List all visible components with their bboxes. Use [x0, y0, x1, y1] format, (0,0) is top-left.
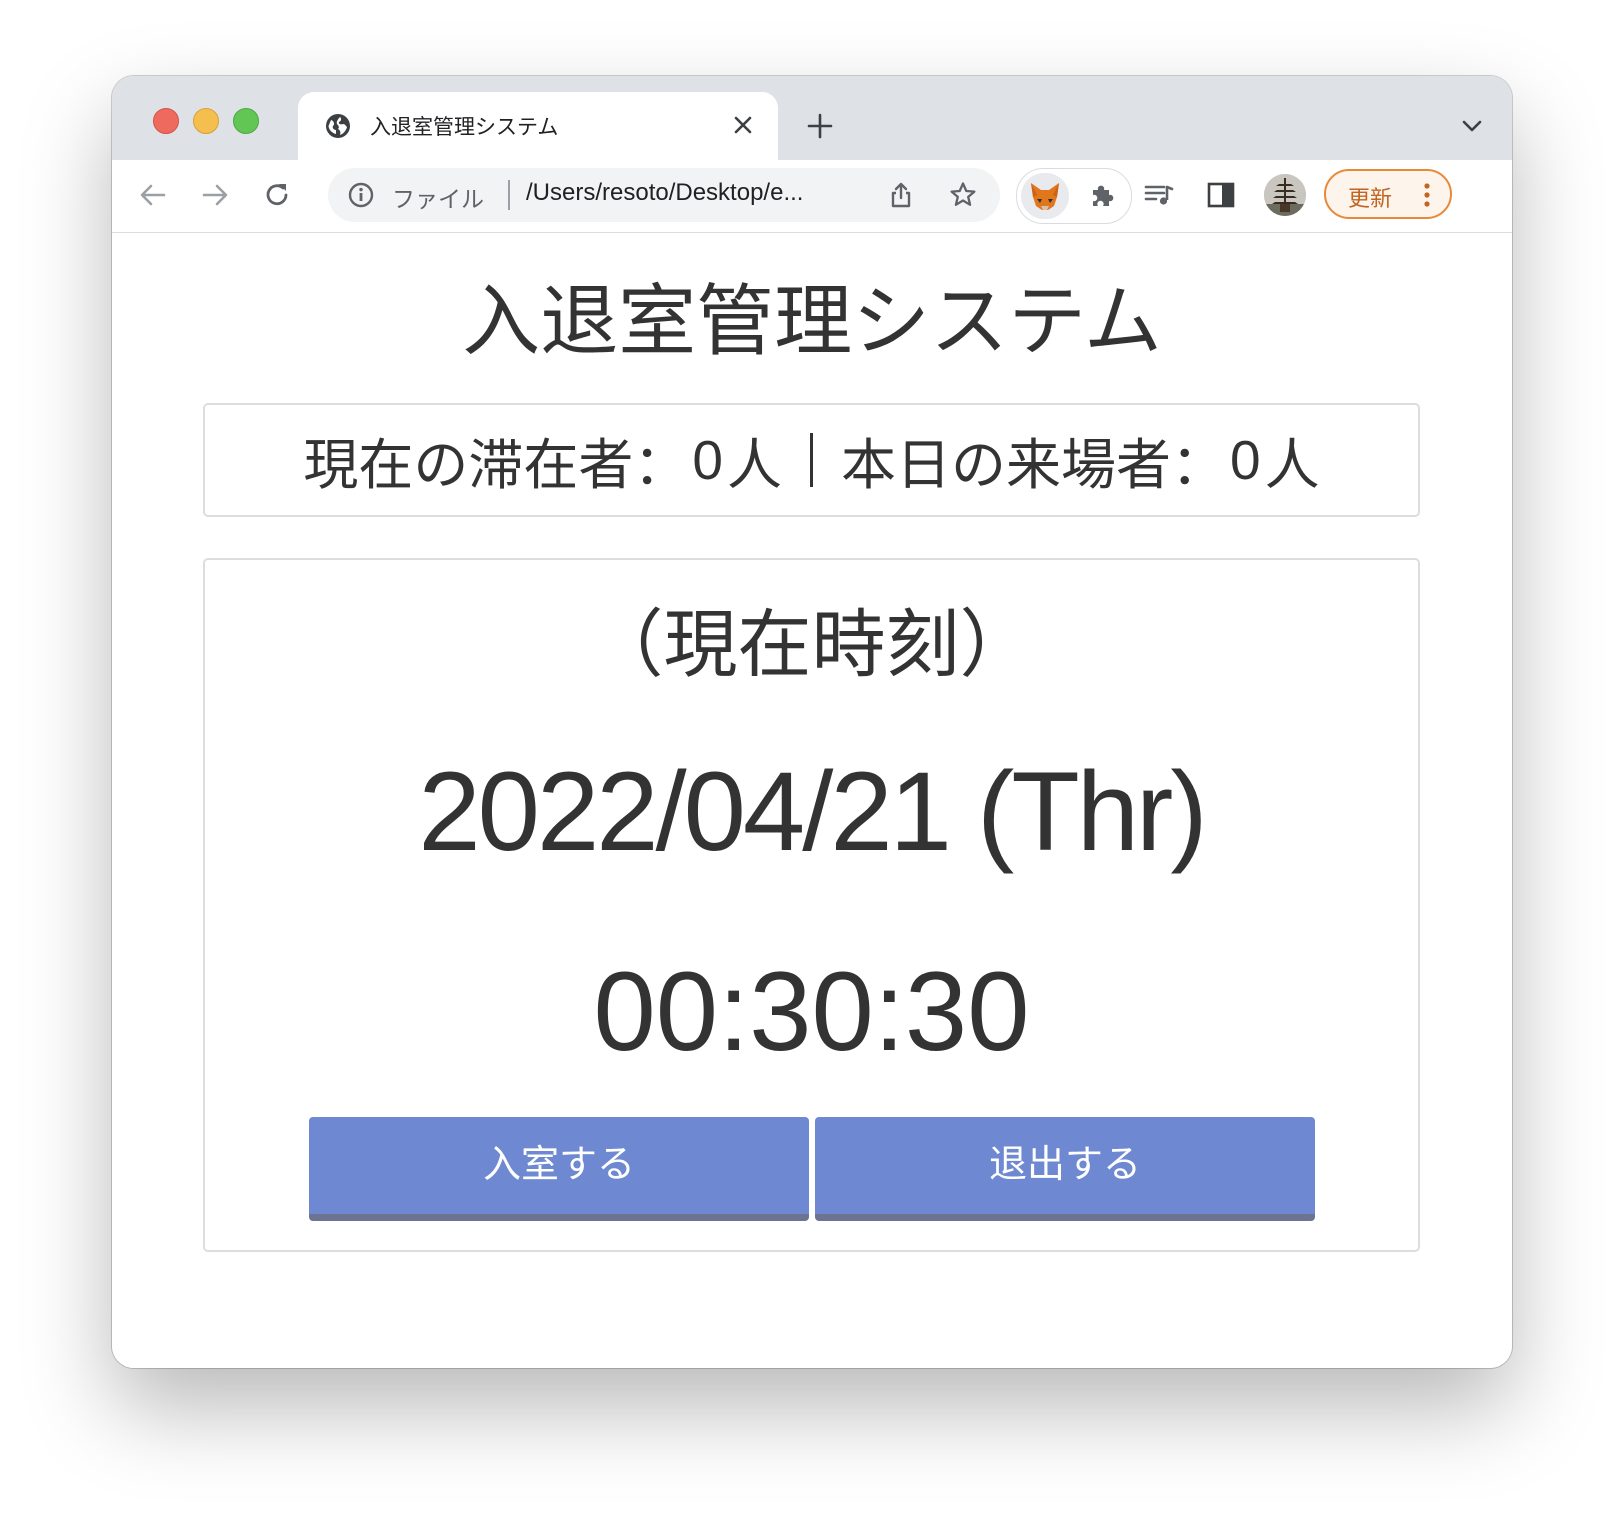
close-window-button[interactable]: [153, 108, 179, 134]
update-button[interactable]: 更新: [1324, 169, 1452, 219]
address-url[interactable]: /Users/resoto/Desktop/e...: [526, 179, 803, 207]
metamask-fox-icon[interactable]: [1021, 173, 1069, 219]
side-panel-icon[interactable]: [1204, 178, 1238, 212]
update-label: 更新: [1348, 187, 1393, 212]
address-separator: [508, 180, 510, 210]
tab-strip: 入退室管理システム: [112, 76, 1512, 160]
info-icon[interactable]: [346, 180, 376, 210]
chevron-down-icon[interactable]: [1460, 116, 1484, 136]
tab-active[interactable]: 入退室管理システム: [298, 92, 778, 160]
extensions-group: [1016, 168, 1132, 224]
media-icon[interactable]: [1142, 178, 1176, 212]
forward-icon[interactable]: [198, 178, 232, 212]
clock-time: 00:30:30: [593, 949, 1030, 1074]
current-visitors-unit: 人: [726, 433, 782, 497]
today-visitors-label: 本日の来場者：: [841, 433, 1227, 497]
puzzle-icon[interactable]: [1087, 181, 1117, 211]
today-visitors-count: 0: [1230, 429, 1261, 491]
current-visitors-label: 現在の滞在者：: [303, 433, 689, 497]
share-icon[interactable]: [886, 180, 916, 210]
address-bar[interactable]: ファイル /Users/resoto/Desktop/e...: [328, 168, 1000, 222]
globe-icon: [326, 114, 350, 138]
stats-divider: [810, 433, 813, 487]
minimize-window-button[interactable]: [193, 108, 219, 134]
toolbar: ファイル /Users/resoto/Desktop/e... 更新: [112, 160, 1512, 233]
enter-button[interactable]: 入室する: [309, 1117, 809, 1221]
page-title: 入退室管理システム: [462, 277, 1162, 367]
today-visitors-unit: 人: [1264, 433, 1320, 497]
clock-date: 2022/04/21 (Thr): [418, 749, 1207, 874]
page-content: 入退室管理システム 現在の滞在者： 0 人 本日の来場者： 0 人 （現在時刻）…: [112, 233, 1512, 1368]
stats-panel: 現在の滞在者： 0 人 本日の来場者： 0 人: [203, 403, 1420, 517]
file-scheme-label: ファイル: [392, 187, 484, 213]
browser-window: 入退室管理システム ファイル /Users/resoto/Desktop/e..…: [112, 76, 1512, 1368]
tab-title: 入退室管理システム: [370, 115, 559, 139]
more-icon: [1424, 183, 1430, 207]
clock-label: （現在時刻）: [589, 602, 1034, 688]
plus-icon[interactable]: [804, 110, 836, 142]
clock-panel: （現在時刻） 2022/04/21 (Thr) 00:30:30 入室する 退出…: [203, 558, 1420, 1252]
close-icon[interactable]: [728, 110, 758, 140]
back-icon[interactable]: [136, 178, 170, 212]
zoom-window-button[interactable]: [233, 108, 259, 134]
exit-button[interactable]: 退出する: [815, 1117, 1315, 1221]
reload-icon[interactable]: [260, 178, 294, 212]
star-icon[interactable]: [948, 180, 978, 210]
current-visitors-count: 0: [692, 429, 723, 491]
avatar[interactable]: [1264, 174, 1306, 216]
